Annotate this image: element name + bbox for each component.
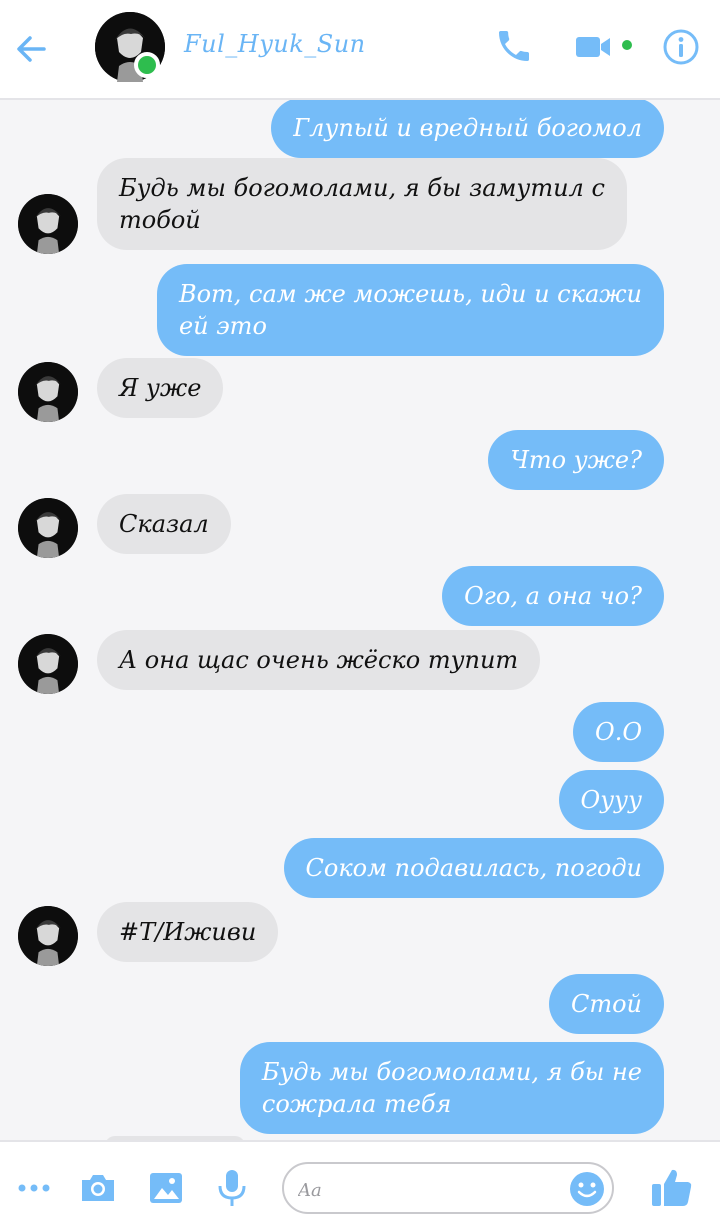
message-input[interactable] <box>298 1176 558 1204</box>
outgoing-message[interactable]: О.О <box>573 702 664 762</box>
like-button[interactable] <box>648 1164 696 1216</box>
back-button[interactable] <box>12 30 50 68</box>
outgoing-message[interactable]: Соком подавилась, погоди <box>283 838 664 898</box>
contact-message-avatar <box>18 498 78 558</box>
video-active-dot <box>622 40 632 50</box>
online-status-dot <box>134 52 160 78</box>
emoji-button[interactable] <box>568 1170 606 1212</box>
contact-message-avatar <box>18 194 78 254</box>
incoming-message[interactable]: Будь мы богомолами, я бы замутил с тобой <box>97 158 627 250</box>
video-camera-icon <box>576 37 610 57</box>
message-composer <box>0 1140 720 1232</box>
chat-header: Ful_Hyuk_Sun <box>0 0 720 100</box>
incoming-message[interactable]: А она щас очень жёско тупит <box>97 630 541 690</box>
voice-call-button[interactable] <box>494 26 534 66</box>
message-list[interactable]: Глупый и вредный богомол Будь мы богомол… <box>0 100 720 1140</box>
avatar-photo <box>18 194 78 254</box>
outgoing-message[interactable]: Будь мы богомолами, я бы не сожрала тебя <box>239 1042 664 1134</box>
messenger-app: Ful_Hyuk_Sun Глупый и вредный богомол Бу… <box>0 0 720 1232</box>
avatar-photo <box>18 498 78 558</box>
avatar-photo <box>18 362 78 422</box>
outgoing-message[interactable]: Что уже? <box>488 430 664 490</box>
outgoing-message[interactable]: Ого, а она чо? <box>442 566 664 626</box>
thumbs-up-icon <box>652 1169 692 1206</box>
phone-icon <box>499 31 529 61</box>
message-input-box[interactable] <box>282 1162 614 1214</box>
contact-message-avatar <box>18 362 78 422</box>
image-icon <box>150 1173 182 1203</box>
camera-button[interactable] <box>78 1168 118 1212</box>
contact-message-avatar <box>18 906 78 966</box>
outgoing-message[interactable]: Глупый и вредный богомол <box>271 100 664 158</box>
avatar-photo <box>18 906 78 966</box>
outgoing-message[interactable]: Оууу <box>558 770 664 830</box>
outgoing-message[interactable]: Вот, сам же можешь, иди и скажи ей это <box>156 264 664 356</box>
video-call-button[interactable] <box>574 32 614 62</box>
contact-message-avatar <box>18 634 78 694</box>
contact-name[interactable]: Ful_Hyuk_Sun <box>184 30 366 58</box>
back-arrow-icon <box>17 36 46 62</box>
camera-icon <box>82 1175 114 1201</box>
gallery-button[interactable] <box>146 1168 186 1212</box>
emoji-icon <box>570 1172 604 1206</box>
voice-message-button[interactable] <box>212 1166 252 1214</box>
more-icon <box>18 1184 50 1192</box>
avatar-photo <box>18 634 78 694</box>
microphone-icon <box>218 1170 246 1206</box>
info-button[interactable] <box>662 28 700 66</box>
more-button[interactable] <box>16 1176 52 1204</box>
incoming-message[interactable]: #Т/Иживи <box>97 902 279 962</box>
outgoing-message[interactable]: Стой <box>548 974 664 1034</box>
info-icon <box>663 29 699 65</box>
incoming-message[interactable]: Сказал <box>97 494 231 554</box>
incoming-message[interactable]: Я уже <box>97 358 224 418</box>
